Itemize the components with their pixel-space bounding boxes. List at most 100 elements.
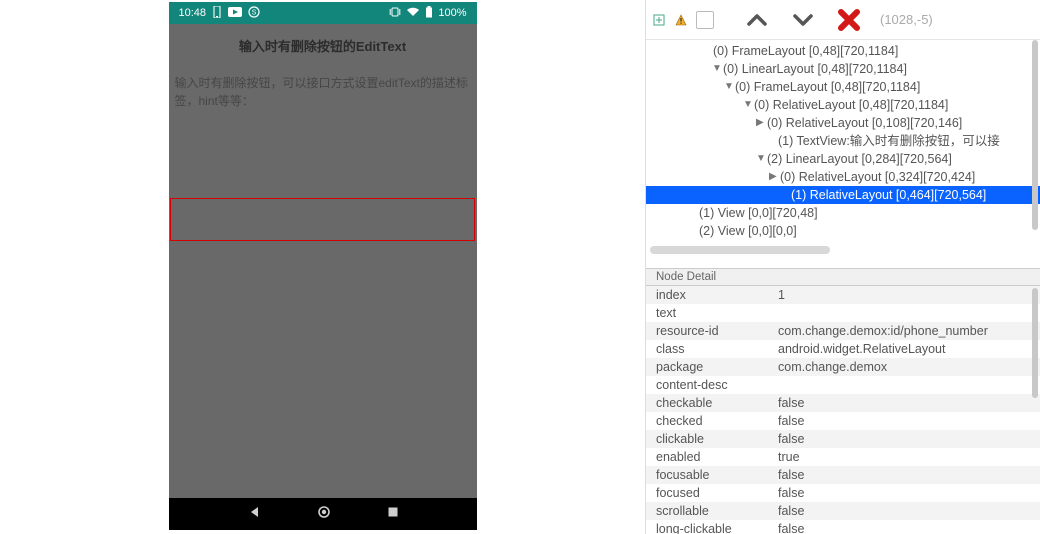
detail-row: clickablefalse	[646, 430, 1040, 448]
detail-row: content-desc	[646, 376, 1040, 394]
detail-value: 1	[768, 286, 1040, 304]
detail-row: scrollablefalse	[646, 502, 1040, 520]
disclosure-icon[interactable]: ▼	[756, 150, 766, 168]
detail-key: package	[646, 358, 768, 376]
nav-back-icon[interactable]	[247, 505, 261, 524]
nav-home-icon[interactable]	[317, 505, 331, 524]
tree-row[interactable]: (1) TextView:输入时有删除按钮，可以接	[646, 132, 1040, 150]
collapse-up-button[interactable]	[738, 7, 776, 33]
detail-key: enabled	[646, 448, 768, 466]
node-detail-header: Node Detail	[646, 268, 1040, 286]
detail-key: text	[646, 304, 768, 322]
disclosure-icon[interactable]: ▶	[769, 168, 779, 186]
detail-key: content-desc	[646, 376, 768, 394]
tree-row-label: (1) RelativeLayout [0,464][720,564]	[791, 186, 986, 204]
detail-row: index1	[646, 286, 1040, 304]
detail-value: android.widget.RelativeLayout	[768, 340, 1040, 358]
expand-down-button[interactable]	[784, 7, 822, 33]
detail-row: focusablefalse	[646, 466, 1040, 484]
status-sync-icon: S	[248, 6, 260, 21]
status-wifi-icon	[406, 7, 420, 20]
detail-value: false	[768, 412, 1040, 430]
tree-row[interactable]: ▼(0) FrameLayout [0,48][720,1184]	[646, 78, 1040, 96]
status-vibrate-icon	[389, 6, 401, 21]
disclosure-icon[interactable]: ▼	[724, 78, 734, 96]
detail-value: false	[768, 394, 1040, 412]
detail-row: resource-idcom.change.demox:id/phone_num…	[646, 322, 1040, 340]
inspector-panel: (1028,-5) (0) FrameLayout [0,48][720,118…	[645, 0, 1040, 534]
status-phone-icon	[212, 6, 222, 21]
detail-row: classandroid.widget.RelativeLayout	[646, 340, 1040, 358]
tree-row[interactable]: ▶(0) RelativeLayout [0,324][720,424]	[646, 168, 1040, 186]
android-navbar	[169, 498, 477, 530]
tree-row[interactable]: (2) View [0,0][0,0]	[646, 222, 1040, 240]
detail-key: checkable	[646, 394, 768, 412]
tree-row[interactable]: (1) View [0,0][720,48]	[646, 204, 1040, 222]
disclosure-icon[interactable]: ▼	[743, 96, 753, 114]
disclosure-icon[interactable]: ▼	[712, 60, 722, 78]
detail-row: checkablefalse	[646, 394, 1040, 412]
hierarchy-tree[interactable]: (0) FrameLayout [0,48][720,1184]▼(0) Lin…	[646, 40, 1040, 268]
detail-row: long-clickablefalse	[646, 520, 1040, 534]
detail-key: index	[646, 286, 768, 304]
close-button[interactable]	[834, 5, 864, 35]
detail-key: focusable	[646, 466, 768, 484]
phone-frame: 10:48 S	[169, 2, 477, 530]
detail-value	[768, 304, 1040, 322]
inspector-toolbar: (1028,-5)	[646, 0, 1040, 40]
status-time: 10:48	[179, 7, 207, 19]
tree-row[interactable]: (1) RelativeLayout [0,464][720,564]	[646, 186, 1040, 204]
detail-row: packagecom.change.demox	[646, 358, 1040, 376]
status-youtube-icon	[228, 7, 242, 20]
tree-row[interactable]: ▼(2) LinearLayout [0,284][720,564]	[646, 150, 1040, 168]
cursor-coords: (1028,-5)	[880, 12, 933, 27]
phone-preview-area: 10:48 S	[0, 0, 645, 534]
detail-key: long-clickable	[646, 520, 768, 534]
detail-row: focusedfalse	[646, 484, 1040, 502]
tree-row[interactable]: ▼(0) LinearLayout [0,48][720,1184]	[646, 60, 1040, 78]
status-battery-pct: 100%	[438, 7, 466, 19]
detail-value: false	[768, 520, 1040, 534]
disclosure-icon[interactable]: ▶	[756, 114, 766, 132]
detail-value: false	[768, 430, 1040, 448]
tree-row-label: (2) View [0,0][0,0]	[699, 222, 797, 240]
svg-text:S: S	[252, 9, 257, 16]
selection-highlight	[170, 198, 475, 241]
detail-key: clickable	[646, 430, 768, 448]
node-detail-panel[interactable]: index1textresource-idcom.change.demox:id…	[646, 286, 1040, 534]
detail-row: enabledtrue	[646, 448, 1040, 466]
detail-value: false	[768, 484, 1040, 502]
detail-row: text	[646, 304, 1040, 322]
detail-value: true	[768, 448, 1040, 466]
detail-row: checkedfalse	[646, 412, 1040, 430]
tree-row[interactable]: ▶(0) RelativeLayout [0,108][720,146]	[646, 114, 1040, 132]
expand-all-icon[interactable]	[652, 13, 666, 27]
tree-row-label: (1) View [0,0][720,48]	[699, 204, 818, 222]
tree-row[interactable]: ▼(0) RelativeLayout [0,48][720,1184]	[646, 96, 1040, 114]
detail-key: resource-id	[646, 322, 768, 340]
tree-row[interactable]: (0) FrameLayout [0,48][720,1184]	[646, 42, 1040, 60]
app-bar-title: 输入时有删除按钮的EditText	[239, 36, 406, 55]
detail-value: com.change.demox	[768, 358, 1040, 376]
detail-value: false	[768, 502, 1040, 520]
nav-recents-icon[interactable]	[387, 505, 399, 523]
filter-toggle[interactable]	[696, 11, 714, 29]
tree-row-label: (0) RelativeLayout [0,48][720,1184]	[754, 96, 948, 114]
tree-row-label: (0) RelativeLayout [0,324][720,424]	[780, 168, 975, 186]
tree-row-label: (0) FrameLayout [0,48][720,1184]	[735, 78, 920, 96]
detail-value: false	[768, 466, 1040, 484]
app-bar: 输入时有删除按钮的EditText	[169, 24, 477, 66]
detail-key: focused	[646, 484, 768, 502]
detail-key: class	[646, 340, 768, 358]
warning-icon[interactable]	[674, 13, 688, 27]
detail-key: checked	[646, 412, 768, 430]
detail-key: scrollable	[646, 502, 768, 520]
status-bar: 10:48 S	[169, 2, 477, 24]
detail-value	[768, 376, 1040, 394]
status-battery-icon	[425, 6, 433, 21]
description-text: 输入时有删除按钮，可以接口方式设置editText的描述标签，hint等等：	[169, 70, 477, 114]
tree-row-label: (1) TextView:输入时有删除按钮，可以接	[778, 132, 1000, 150]
tree-row-label: (0) LinearLayout [0,48][720,1184]	[723, 60, 907, 78]
tree-row-label: (2) LinearLayout [0,284][720,564]	[767, 150, 952, 168]
tree-row-label: (0) RelativeLayout [0,108][720,146]	[767, 114, 962, 132]
